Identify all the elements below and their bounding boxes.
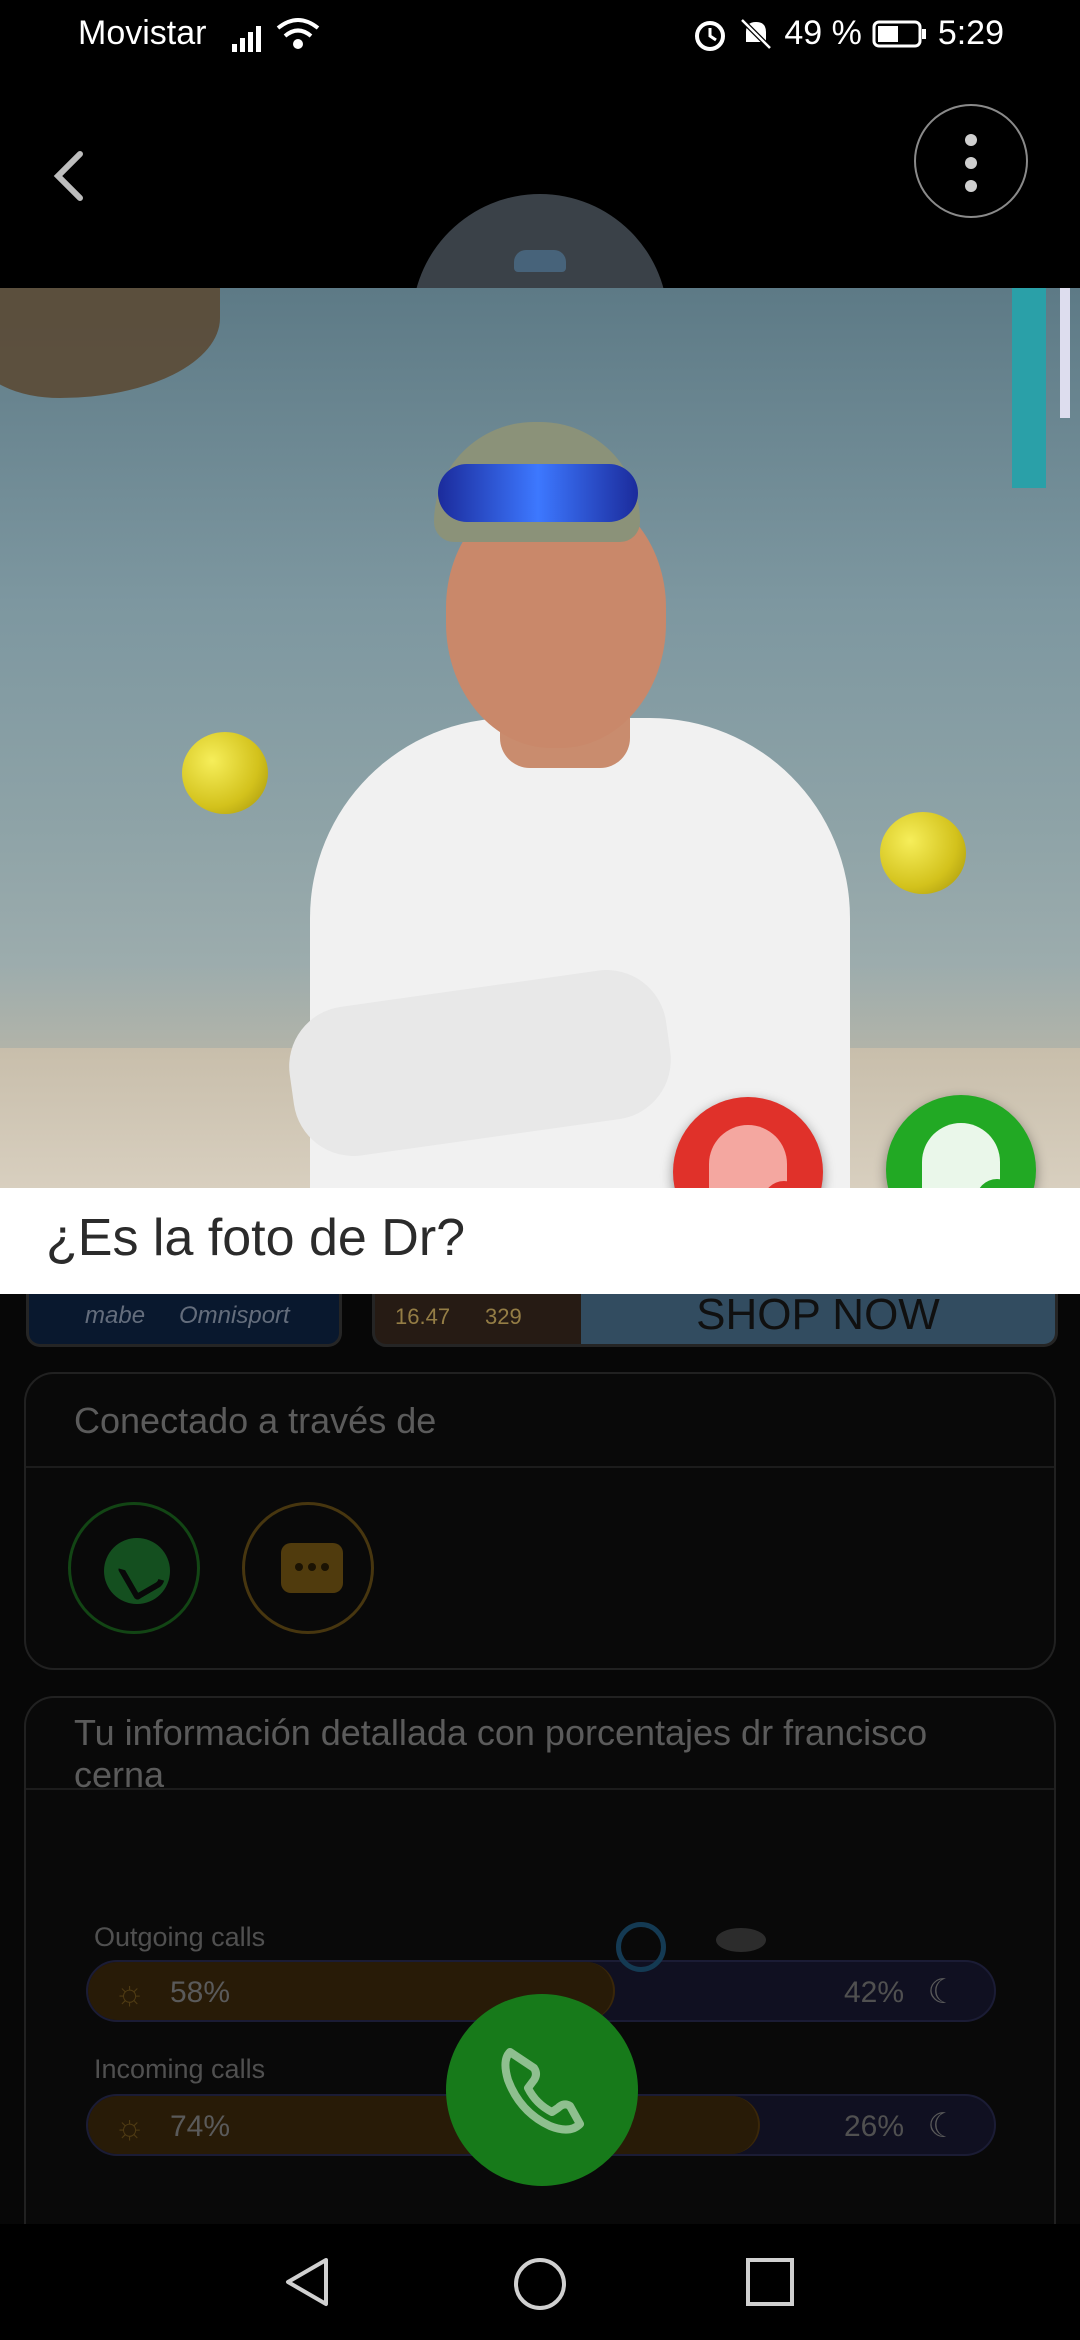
outgoing-day-percent: 58% xyxy=(170,1976,231,2009)
sun-icon: ☼ xyxy=(114,1974,146,2012)
whatsapp-button[interactable] xyxy=(68,1502,200,1634)
details-title: Tu información detallada con porcentajes… xyxy=(74,1712,928,1795)
moon-icon: ☾ xyxy=(927,2107,958,2145)
connected-title: Conectado a través de xyxy=(74,1400,437,1441)
status-bar: Movistar 49 % 5:29 xyxy=(0,0,1080,76)
battery-icon xyxy=(872,20,926,47)
ad-banner-right[interactable]: 16.47 329 SHOP NOW xyxy=(372,1294,1058,1347)
cloud-illustration xyxy=(716,1928,766,1952)
nav-back-icon[interactable] xyxy=(280,2254,336,2310)
incoming-night-percent: 26% xyxy=(843,2110,904,2143)
nav-recents-icon[interactable] xyxy=(744,2256,798,2310)
photo-question-bar: ¿Es la foto de Dr? xyxy=(0,1188,1080,1294)
ad-brand-2: Omnisport xyxy=(179,1302,290,1329)
outgoing-night-percent: 42% xyxy=(843,1976,904,2009)
mute-icon xyxy=(740,17,773,50)
battery-percent: 49 % xyxy=(784,14,862,52)
outgoing-label: Outgoing calls xyxy=(94,1922,266,1952)
carrier-name: Movistar xyxy=(78,14,207,52)
signal-icon xyxy=(232,26,261,52)
chevron-left-icon[interactable] xyxy=(40,136,100,216)
magnifier-illustration xyxy=(616,1922,666,1972)
ad-banner-left[interactable]: mabe Omnisport xyxy=(26,1294,342,1347)
call-button[interactable] xyxy=(446,1994,638,2186)
phone-icon xyxy=(501,2048,584,2134)
moon-icon: ☾ xyxy=(927,1973,958,2011)
nav-home-icon[interactable] xyxy=(510,2254,570,2314)
sms-button[interactable] xyxy=(242,1502,374,1634)
whatsapp-icon xyxy=(104,1538,170,1604)
wifi-icon xyxy=(276,18,320,49)
connected-via-card: Conectado a través de xyxy=(24,1372,1056,1670)
photo-question: ¿Es la foto de Dr? xyxy=(46,1209,466,1267)
system-nav-bar xyxy=(0,2224,1080,2340)
clock-time: 5:29 xyxy=(937,14,1004,52)
incoming-day-percent: 74% xyxy=(170,2110,231,2143)
ad-brand-1: mabe xyxy=(85,1302,146,1329)
sun-icon: ☼ xyxy=(114,2108,146,2146)
sms-icon xyxy=(281,1543,343,1593)
ad-price-1: 16.47 xyxy=(395,1304,451,1329)
incoming-label: Incoming calls xyxy=(94,2054,266,2084)
shop-now-button[interactable]: SHOP NOW xyxy=(581,1294,1055,1344)
contact-photo xyxy=(0,288,1080,1188)
alarm-icon xyxy=(695,20,726,51)
status-right: 49 % 5:29 xyxy=(692,14,1004,53)
ad-price-2: 329 xyxy=(485,1304,522,1329)
more-options-button[interactable] xyxy=(914,104,1028,218)
